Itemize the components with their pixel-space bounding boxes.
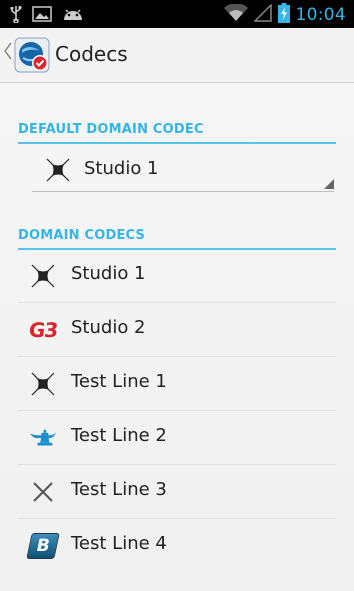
section-divider: [18, 142, 336, 144]
codec-label: Test Line 1: [71, 371, 167, 392]
codec-label: Studio 1: [71, 263, 146, 284]
default-domain-codec-header: DEFAULT DOMAIN CODEC: [18, 122, 336, 144]
image-icon: [32, 6, 52, 26]
dropdown-triangle-icon: [324, 179, 334, 189]
b-badge-text: B: [34, 536, 52, 556]
wifi-icon: [223, 3, 248, 26]
action-bar: Codecs: [0, 28, 354, 83]
codec-list: Studio 1 G3 Studio 2 Test Line 1 Test Li…: [18, 249, 336, 572]
usb-icon: [10, 5, 22, 27]
codec-item-test-line-1[interactable]: Test Line 1: [18, 357, 336, 411]
chevron-left-icon[interactable]: [4, 42, 12, 65]
default-codec-value: Studio 1: [84, 158, 159, 179]
battery-charging-icon: [277, 3, 290, 27]
domain-codecs-header: DOMAIN CODECS: [18, 228, 336, 250]
codec-item-test-line-2[interactable]: Test Line 2: [18, 411, 336, 465]
section-header-label: DOMAIN CODECS: [18, 228, 146, 243]
page-title: Codecs: [55, 42, 128, 66]
android-icon: [62, 6, 84, 26]
signal-icon: [252, 3, 272, 26]
section-header-label: DEFAULT DOMAIN CODEC: [18, 122, 204, 137]
g3-icon-text: G3: [27, 318, 59, 342]
thin-x-icon: [28, 478, 58, 506]
codec-item-test-line-4[interactable]: B Test Line 4: [18, 519, 336, 572]
status-bar: 10:04: [0, 0, 354, 28]
genie-lamp-icon: [28, 424, 58, 452]
app-logo-icon[interactable]: [14, 37, 50, 73]
codec-x-icon: [28, 262, 58, 290]
codec-label: Test Line 2: [71, 425, 167, 446]
b-badge-icon: B: [26, 532, 60, 560]
default-codec-spinner[interactable]: Studio 1: [32, 151, 334, 192]
codec-label: Studio 2: [71, 317, 146, 338]
codec-label: Test Line 4: [71, 533, 167, 554]
codec-item-studio-1[interactable]: Studio 1: [18, 249, 336, 303]
clock: 10:04: [295, 5, 346, 25]
codec-x-icon: [44, 156, 72, 188]
codec-item-studio-2[interactable]: G3 Studio 2: [18, 303, 336, 357]
codec-x-icon: [28, 370, 58, 398]
codec-item-test-line-3[interactable]: Test Line 3: [18, 465, 336, 519]
g3-icon: G3: [27, 316, 59, 344]
codec-label: Test Line 3: [71, 479, 167, 500]
